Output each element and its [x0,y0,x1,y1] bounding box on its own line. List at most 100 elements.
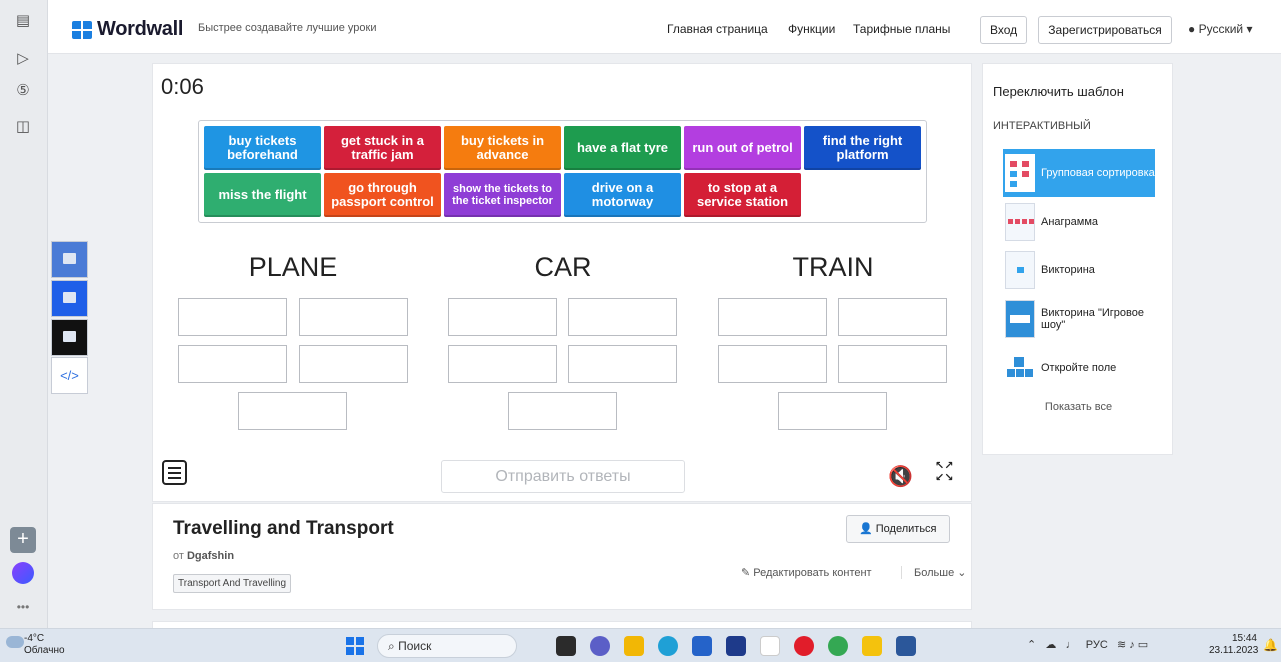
tile[interactable]: drive on a motorway [564,173,681,217]
nav-home[interactable]: Главная страница [667,22,768,36]
submit-answers-button[interactable]: Отправить ответы [441,460,685,493]
more-dropdown[interactable]: Больше ⌄ [901,566,966,579]
weather-widget[interactable]: -4°C Облачно [24,633,65,657]
battery-icon: ▭ [1137,639,1149,651]
chevron-up-icon: ⌃ [1027,639,1037,651]
drop-slot-car[interactable] [568,345,677,383]
tile[interactable]: to stop at a service station [684,173,801,217]
windows-start-icon[interactable] [346,637,364,655]
drop-slot-train[interactable] [838,298,947,336]
chrome-icon[interactable] [828,636,848,656]
tile[interactable]: go through passport control [324,173,441,217]
drop-slot-car[interactable] [508,392,617,430]
register-button[interactable]: Зарегистрироваться [1038,16,1172,44]
group-sort-icon [1005,154,1035,192]
more-icon[interactable]: ••• [12,600,34,614]
image-icon [63,253,76,264]
template-quiz[interactable]: Викторина [1003,246,1155,294]
drop-slot-plane[interactable] [178,345,287,383]
game-area: 0:06 buy tickets beforehand get stuck in… [152,63,972,502]
share-button[interactable]: 👤 Поделиться [846,515,950,543]
embed-code-icon[interactable]: </> [51,357,88,394]
app-l-icon[interactable] [726,636,746,656]
drop-slot-plane[interactable] [238,392,347,430]
image-icon [63,292,76,303]
notification-icon[interactable]: 🔔 [1263,638,1278,652]
chevron-down-icon: ▾ [1246,22,1253,36]
mic-icon: ♩ [1065,639,1077,651]
tile[interactable]: get stuck in a traffic jam [324,126,441,170]
embed-option-2[interactable] [51,280,88,317]
yandex-browser-icon[interactable] [760,636,780,656]
clock[interactable]: 15:44 23.11.2023 [1209,633,1258,657]
activity-title: Travelling and Transport [173,518,394,539]
category-train-title: TRAIN [792,252,874,282]
author-link[interactable]: Dgafshin [187,550,234,562]
system-tray[interactable]: ⌃ ☁ ♩ РУС ≋ ♪ ▭ [1027,638,1148,651]
category-plane-title: PLANE [248,252,338,282]
store-icon[interactable] [692,636,712,656]
image-icon [63,331,76,342]
logo-icon [72,20,92,39]
tile[interactable]: run out of petrol [684,126,801,170]
taskbar-search[interactable]: ⌕ Поиск [377,634,517,658]
embed-option-3[interactable] [51,319,88,356]
author-line: от Dgafshin [173,550,235,562]
add-panel-button[interactable]: + [10,527,36,553]
drop-slot-plane[interactable] [299,345,408,383]
drop-slot-train[interactable] [718,298,827,336]
drop-slot-plane[interactable] [178,298,287,336]
language-selector[interactable]: ● Русский ▾ [1188,22,1253,36]
volume-icon: ♪ [1129,639,1135,651]
tile[interactable]: miss the flight [204,173,321,217]
category-car-title: CAR [534,252,592,282]
notes-icon[interactable]: ▤ [12,10,34,32]
drop-slot-car[interactable] [448,345,557,383]
chat-icon[interactable] [590,636,610,656]
tile[interactable]: buy tickets beforehand [204,126,321,170]
edit-content-link[interactable]: ✎ Редактировать контент [741,566,872,579]
activity-info: Travelling and Transport от Dgafshin Tra… [152,503,972,610]
file-explorer-icon[interactable] [624,636,644,656]
drop-slot-train[interactable] [718,345,827,383]
drop-slot-car[interactable] [448,298,557,336]
tile[interactable]: show the tickets to the ticket inspector [444,173,561,217]
edge-icon[interactable] [658,636,678,656]
word-icon[interactable] [896,636,916,656]
mute-icon[interactable]: 🔇 [888,464,913,489]
open-box-icon [1005,349,1035,387]
task-view-icon[interactable] [556,636,576,656]
anagram-icon [1005,203,1035,241]
tile[interactable]: have a flat tyre [564,126,681,170]
tile[interactable]: buy tickets in advance [444,126,561,170]
embed-option-1[interactable] [51,241,88,278]
login-button[interactable]: Вход [980,16,1028,44]
menu-icon[interactable] [162,460,187,485]
fullscreen-icon[interactable]: ↖↗ ↙↘ [935,460,953,484]
nav-pricing[interactable]: Тарифные планы [853,22,950,36]
browser-sidebar: ▤ ▷ ⑤ ◫ + ••• [0,0,48,628]
template-open-box[interactable]: Откройте поле [1003,344,1155,392]
switcher-category: ИНТЕРАКТИВНЫЙ [993,120,1091,132]
template-gameshow-quiz[interactable]: Викторина "Игровое шоу" [1003,295,1155,343]
drop-slot-plane[interactable] [299,298,408,336]
template-anagram[interactable]: Анаграмма [1003,198,1155,246]
drop-slot-train[interactable] [838,345,947,383]
yandex-icon[interactable] [794,636,814,656]
tab-counter-icon[interactable]: ⑤ [12,80,34,102]
tile[interactable]: find the right platform [804,126,921,170]
wordwall-logo[interactable]: Wordwall [72,18,183,41]
template-group-sort[interactable]: Групповая сортировка [1003,149,1155,197]
show-all-link[interactable]: Показать все [983,401,1174,413]
play-icon[interactable]: ▷ [12,48,34,70]
screenshot-icon[interactable]: ◫ [12,116,34,138]
template-switcher: Переключить шаблон ИНТЕРАКТИВНЫЙ Группов… [982,63,1173,455]
language-label: Русский [1198,22,1244,36]
app-lightning-icon[interactable] [862,636,882,656]
assistant-icon[interactable] [12,562,34,584]
topic-tag[interactable]: Transport And Travelling [173,574,292,593]
site-header: Wordwall Быстрее создавайте лучшие уроки… [48,0,1281,54]
drop-slot-train[interactable] [778,392,887,430]
nav-features[interactable]: Функции [788,22,835,36]
drop-slot-car[interactable] [568,298,677,336]
